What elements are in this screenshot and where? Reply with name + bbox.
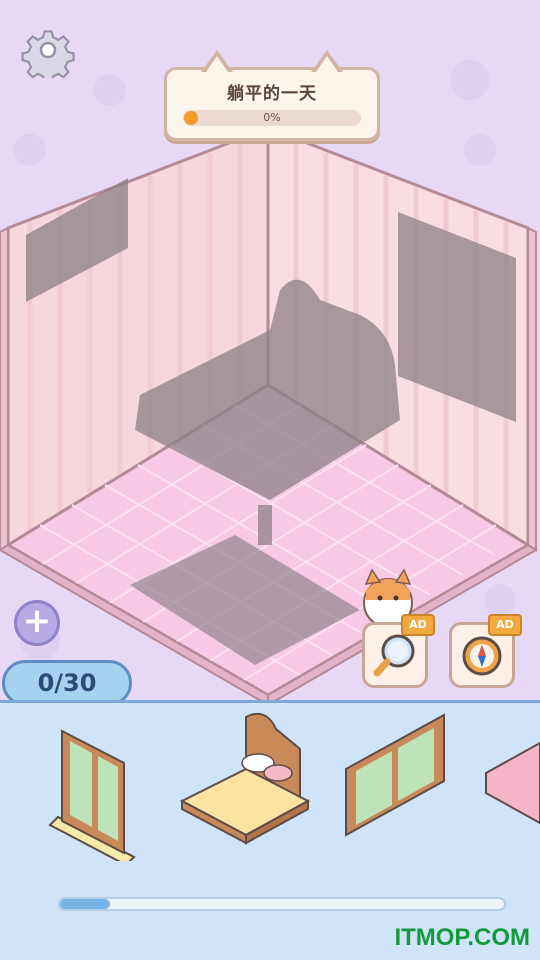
- tray-scrollbar[interactable]: [58, 897, 506, 911]
- level-title: 躺平的一天: [227, 84, 317, 104]
- tray-item-sliding-window[interactable]: [340, 709, 452, 841]
- tray-item-pink-rug[interactable]: [482, 733, 540, 833]
- watermark-text: ITMOP.COM: [394, 924, 530, 951]
- pink-rug-icon: [485, 741, 540, 825]
- gear-icon: [21, 30, 75, 84]
- compass-hint-button[interactable]: AD: [449, 614, 522, 688]
- level-title-card: 躺平的一天 0%: [164, 50, 380, 141]
- plus-icon: +: [22, 601, 52, 641]
- magnifier-hint-button[interactable]: AD: [362, 614, 435, 688]
- sliding-window-icon: [345, 713, 445, 837]
- item-tray: ITMOP.COM: [0, 700, 540, 960]
- level-progress-bar: 0%: [183, 110, 361, 126]
- tall-window-icon: [48, 729, 136, 867]
- add-button[interactable]: +: [14, 600, 60, 646]
- bed-icon: [179, 713, 311, 845]
- ad-badge: AD: [401, 614, 435, 636]
- cat-ear-right: [311, 50, 343, 72]
- progress-text: 0%: [263, 111, 281, 124]
- tray-scroll-thumb[interactable]: [60, 899, 110, 909]
- tray-item-wooden-bed[interactable]: [176, 709, 316, 849]
- ad-badge: AD: [488, 614, 522, 636]
- settings-button[interactable]: [20, 22, 76, 84]
- cat-ear-left: [201, 50, 233, 72]
- tray-item-tall-window[interactable]: [46, 725, 138, 867]
